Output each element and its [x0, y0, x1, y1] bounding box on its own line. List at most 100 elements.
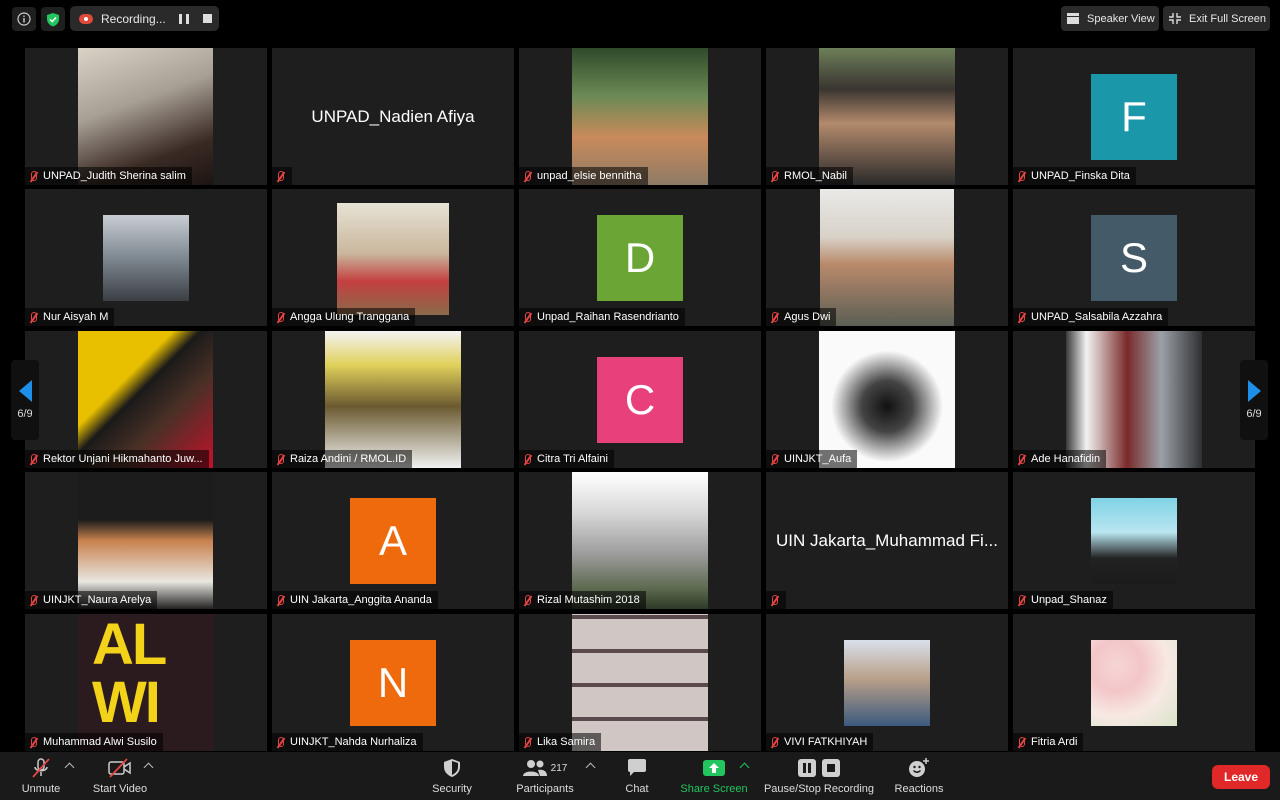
participant-name-label: Raiza Andini / RMOL.ID	[272, 450, 413, 468]
participant-name-label: Lika Samira	[519, 733, 602, 751]
participant-name-label: Citra Tri Alfaini	[519, 450, 614, 468]
participant-gallery: UNPAD_Judith Sherina salim UNPAD_Nadien A…	[25, 48, 1255, 751]
meeting-toolbar: Unmute Start Video Security 217 Particip…	[0, 752, 1280, 800]
participant-tile[interactable]: AL WI Muhammad Alwi Susilo	[25, 614, 267, 751]
participants-button[interactable]: 217 Participants	[508, 752, 582, 800]
participant-name: UNPAD_Salsabila Azzahra	[1031, 311, 1163, 323]
share-screen-icon	[703, 760, 725, 776]
participant-tile[interactable]: N UINJKT_Nahda Nurhaliza	[272, 614, 514, 751]
leave-button[interactable]: Leave	[1212, 765, 1270, 789]
muted-microphone-icon	[25, 450, 41, 468]
stop-recording-button[interactable]	[203, 14, 212, 23]
recording-label: Recording...	[101, 11, 166, 26]
participant-name: UNPAD_Judith Sherina salim	[43, 170, 186, 182]
participant-tile[interactable]: Agus Dwi	[766, 189, 1008, 326]
participant-tile[interactable]: UINJKT_Aufa	[766, 331, 1008, 468]
pause-recording-button[interactable]	[179, 13, 189, 24]
muted-microphone-icon	[519, 308, 535, 326]
participant-name-label: Unpad_Raihan Rasendrianto	[519, 308, 685, 326]
security-label: Security	[432, 783, 472, 795]
reactions-button[interactable]: Reactions	[892, 752, 946, 800]
participant-name: Agus Dwi	[784, 311, 831, 323]
chat-label: Chat	[625, 783, 649, 795]
participant-tile[interactable]: UNPAD_Judith Sherina salim	[25, 48, 267, 185]
participant-tile[interactable]: unpad_elsie bennitha	[519, 48, 761, 185]
muted-microphone-icon	[25, 167, 41, 185]
muted-microphone-icon	[25, 733, 41, 751]
participant-tile[interactable]: A UIN Jakarta_Anggita Ananda	[272, 472, 514, 609]
participant-name-label: Nur Aisyah M	[25, 308, 115, 326]
participant-video	[572, 472, 708, 609]
muted-microphone-icon	[25, 591, 41, 609]
participant-tile[interactable]: Ade Hanafidin	[1013, 331, 1255, 468]
muted-microphone-icon	[272, 167, 288, 185]
exit-full-screen-button[interactable]: Exit Full Screen	[1163, 6, 1270, 31]
participant-avatar: F	[1091, 74, 1177, 160]
muted-microphone-icon	[272, 450, 288, 468]
participant-tile[interactable]: Raiza Andini / RMOL.ID	[272, 331, 514, 468]
speaker-view-button[interactable]: Speaker View	[1061, 6, 1159, 31]
participants-label: Participants	[516, 783, 574, 795]
previous-page-button[interactable]: 6/9	[11, 360, 39, 440]
security-button[interactable]: Security	[428, 752, 476, 800]
info-icon	[17, 12, 31, 26]
participant-tile[interactable]: UIN Jakarta_Muhammad Fi...	[766, 472, 1008, 609]
muted-microphone-icon	[1013, 450, 1029, 468]
participant-name-label: Unpad_Shanaz	[1013, 591, 1113, 609]
participant-video	[572, 48, 708, 185]
participant-name: RMOL_Nabil	[784, 170, 847, 182]
participant-tile[interactable]: Unpad_Shanaz	[1013, 472, 1255, 609]
muted-microphone-icon	[766, 733, 782, 751]
start-video-button[interactable]: Start Video	[88, 752, 152, 800]
participant-display-name: UIN Jakarta_Muhammad Fi...	[775, 530, 998, 550]
participant-name: Ade Hanafidin	[1031, 453, 1101, 465]
muted-microphone-icon	[519, 450, 535, 468]
participant-tile[interactable]: RMOL_Nabil	[766, 48, 1008, 185]
participant-name: Rizal Mutashim 2018	[537, 594, 640, 606]
page-indicator-left: 6/9	[17, 408, 33, 420]
participant-tile[interactable]: Rizal Mutashim 2018	[519, 472, 761, 609]
muted-microphone-icon	[1013, 308, 1029, 326]
participant-name-label: Angga Ulung Tranggana	[272, 308, 416, 326]
exit-full-screen-icon	[1169, 13, 1181, 24]
participant-name: UNPAD_Finska Dita	[1031, 170, 1130, 182]
encryption-button[interactable]	[41, 7, 65, 31]
participant-tile[interactable]: D Unpad_Raihan Rasendrianto	[519, 189, 761, 326]
participant-video	[1066, 331, 1202, 468]
participant-tile[interactable]: Fitria Ardi	[1013, 614, 1255, 751]
participant-tile[interactable]: UINJKT_Naura Arelya	[25, 472, 267, 609]
participant-tile[interactable]: VIVI FATKHIYAH	[766, 614, 1008, 751]
participant-tile[interactable]: Nur Aisyah M	[25, 189, 267, 326]
participant-video	[572, 614, 708, 751]
muted-microphone-icon	[519, 733, 535, 751]
participant-tile[interactable]: C Citra Tri Alfaini	[519, 331, 761, 468]
next-page-button[interactable]: 6/9	[1240, 360, 1268, 440]
chat-button[interactable]: Chat	[618, 752, 656, 800]
arrow-right-icon	[1247, 380, 1261, 402]
participant-tile[interactable]: UNPAD_Nadien Afiya	[272, 48, 514, 185]
participant-tile[interactable]: Rektor Unjani Hikmahanto Juw...	[25, 331, 267, 468]
participant-name: Muhammad Alwi Susilo	[43, 736, 157, 748]
shield-icon	[444, 759, 460, 777]
participant-name: UIN Jakarta_Anggita Ananda	[290, 594, 432, 606]
muted-microphone-icon	[519, 591, 535, 609]
participant-tile[interactable]: F UNPAD_Finska Dita	[1013, 48, 1255, 185]
participant-tile[interactable]: Lika Samira	[519, 614, 761, 751]
info-button[interactable]	[12, 7, 36, 31]
participant-name-label: UINJKT_Nahda Nurhaliza	[272, 733, 423, 751]
participants-options-caret[interactable]	[585, 762, 596, 773]
pause-stop-recording-button[interactable]: Pause/Stop Recording	[762, 752, 876, 800]
microphone-muted-icon	[32, 758, 50, 778]
participant-count: 217	[550, 762, 568, 774]
participant-name: Rektor Unjani Hikmahanto Juw...	[43, 453, 203, 465]
participant-tile[interactable]: S UNPAD_Salsabila Azzahra	[1013, 189, 1255, 326]
participant-video	[844, 640, 930, 726]
share-screen-button[interactable]: Share Screen	[678, 752, 750, 800]
participant-video	[78, 48, 213, 185]
muted-microphone-icon	[766, 591, 782, 609]
participant-tile[interactable]: Angga Ulung Tranggana	[272, 189, 514, 326]
participant-name: UINJKT_Aufa	[784, 453, 852, 465]
shield-check-icon	[47, 12, 59, 26]
stop-icon	[822, 759, 840, 777]
unmute-button[interactable]: Unmute	[14, 752, 68, 800]
